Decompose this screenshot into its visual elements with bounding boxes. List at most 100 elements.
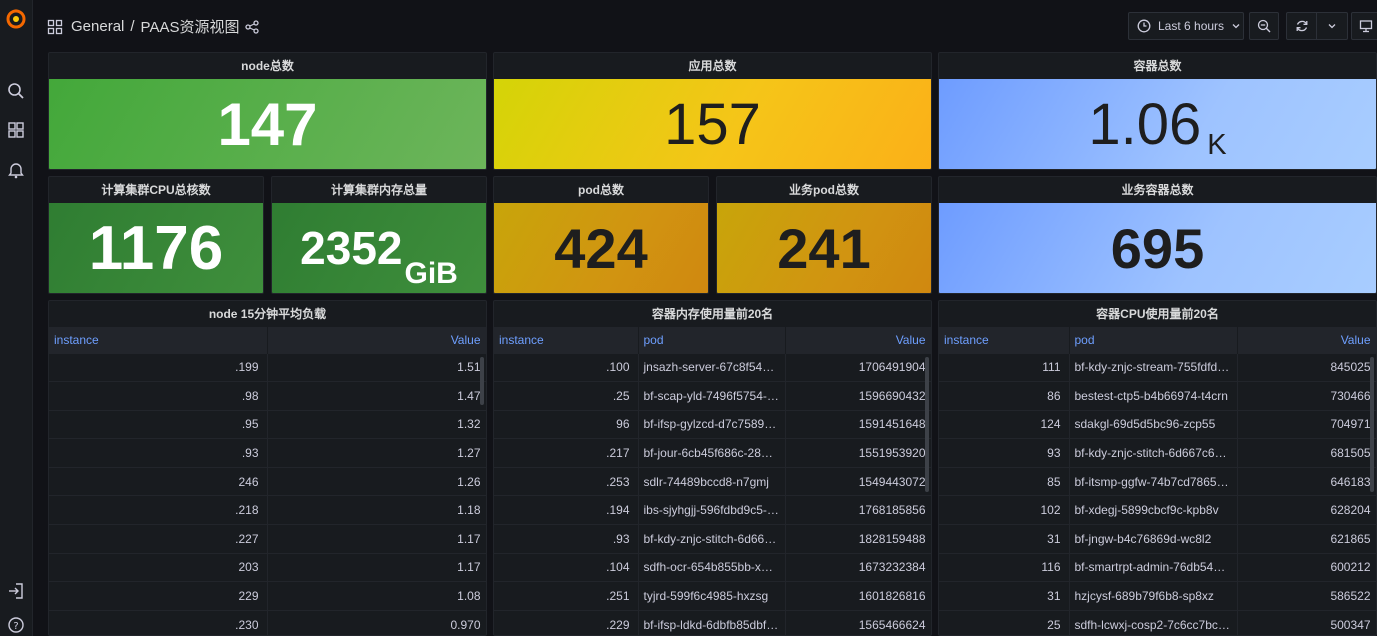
cell-instance: .253 (494, 466, 639, 496)
table-row[interactable]: .104 sdfh-ocr-654b855bb-xd6… 1673232384 (494, 552, 931, 582)
refresh-interval-dropdown[interactable] (1317, 21, 1347, 31)
time-range-picker[interactable]: Last 6 hours (1128, 12, 1244, 40)
cell-instance: .217 (494, 438, 639, 468)
column-header-value[interactable]: Value (267, 327, 486, 353)
cell-value: 1.08 (267, 581, 486, 611)
cell-instance: .100 (494, 352, 639, 382)
table-row[interactable]: 85 bf-itsmp-ggfw-74b7cd7865-… 646183 (939, 466, 1376, 496)
grafana-logo-icon[interactable] (5, 8, 27, 30)
stat-panel-node-total[interactable]: node总数 147 (48, 52, 487, 170)
refresh-button[interactable] (1287, 13, 1317, 39)
table-row[interactable]: .253 sdlr-74489bccd8-n7gmj 1549443072 (494, 466, 931, 496)
table-scrollbar[interactable] (480, 357, 484, 405)
table-row[interactable]: 124 sdakgl-69d5d5bc96-zcp55 704971 (939, 409, 1376, 439)
column-header-pod[interactable]: pod (638, 327, 786, 353)
table-row[interactable]: .218 1.18 (49, 495, 486, 525)
column-header-value[interactable]: Value (785, 327, 931, 353)
breadcrumb-folder[interactable]: General (71, 18, 124, 35)
help-icon[interactable]: ? (5, 614, 27, 636)
panel-title: 容器CPU使用量前20名 (1096, 307, 1219, 321)
cell-value: 628204 (1237, 495, 1376, 525)
table-row[interactable]: 203 1.17 (49, 552, 486, 582)
cell-value: 1.51 (267, 352, 486, 382)
table-row[interactable]: 86 bestest-ctp5-b4b66974-t4crn 730466 (939, 381, 1376, 411)
data-table: instance pod Value 111 bf-kdy-znjc-stream… (939, 327, 1376, 635)
column-header-instance[interactable]: instance (494, 327, 639, 353)
zoom-out-button[interactable] (1249, 12, 1279, 40)
cell-instance: 124 (939, 409, 1070, 439)
table-panel-container-memory[interactable]: 容器内存使用量前20名 instance pod Value .100 jnsaz… (493, 300, 932, 636)
table-row[interactable]: 93 bf-kdy-znjc-stitch-6d667c6b-… 681505 (939, 438, 1376, 468)
table-row[interactable]: .230 0.970 (49, 609, 486, 635)
table-row[interactable]: .217 bf-jour-6cb45f686c-28g… 1551953920 (494, 438, 931, 468)
cell-pod: bf-kdy-znjc-stitch-6d667c6b-… (1069, 438, 1238, 468)
cell-value: 1828159488 (785, 524, 931, 554)
stat-panel-cpu-cores[interactable]: 计算集群CPU总核数 1176 (48, 176, 264, 294)
table-row[interactable]: .229 bf-ifsp-ldkd-6dbfb85dbf-… 1565466624 (494, 609, 931, 635)
cell-value: 681505 (1237, 438, 1376, 468)
tv-mode-button[interactable] (1351, 12, 1377, 40)
cell-value: 1.27 (267, 438, 486, 468)
table-scrollbar[interactable] (925, 357, 929, 492)
table-row[interactable]: .100 jnsazh-server-67c8f548… 1706491904 (494, 352, 931, 382)
table-row[interactable]: 102 bf-xdegj-5899cbcf9c-kpb8v 628204 (939, 495, 1376, 525)
cell-pod: bf-ifsp-ldkd-6dbfb85dbf-… (638, 609, 786, 635)
stat-panel-app-total[interactable]: 应用总数 157 (493, 52, 932, 170)
cell-pod: sdakgl-69d5d5bc96-zcp55 (1069, 409, 1238, 439)
search-icon[interactable] (5, 80, 27, 102)
table-row[interactable]: 96 bf-ifsp-gylzcd-d7c75894… 1591451648 (494, 409, 931, 439)
table-row[interactable]: .93 bf-kdy-znjc-stitch-6d667… 1828159488 (494, 524, 931, 554)
cell-instance: .98 (49, 381, 268, 411)
table-panel-node-load[interactable]: node 15分钟平均负载 instance Value .199 1.51.98… (48, 300, 487, 636)
refresh-button-group[interactable] (1286, 12, 1348, 40)
table-row[interactable]: 31 bf-jngw-b4c76869d-wc8l2 621865 (939, 524, 1376, 554)
cell-instance: .93 (494, 524, 639, 554)
table-scrollbar[interactable] (1370, 357, 1374, 492)
stat-panel-business-container-total[interactable]: 业务容器总数 695 (938, 176, 1377, 294)
column-header-instance[interactable]: instance (939, 327, 1070, 353)
table-row[interactable]: .251 tyjrd-599f6c4985-hxzsg 1601826816 (494, 581, 931, 611)
cell-value: 1.17 (267, 552, 486, 582)
table-row[interactable]: .95 1.32 (49, 409, 486, 439)
cell-instance: 86 (939, 381, 1070, 411)
table-row[interactable]: .199 1.51 (49, 352, 486, 382)
stat-panel-business-pod-total[interactable]: 业务pod总数 241 (716, 176, 932, 294)
table-row[interactable]: .25 bf-scap-yld-7496f5754-8… 1596690432 (494, 381, 931, 411)
table-panel-container-cpu[interactable]: 容器CPU使用量前20名 instance pod Value 111 bf-kd… (938, 300, 1377, 636)
chevron-down-icon (1328, 24, 1336, 29)
sign-in-icon[interactable] (5, 580, 27, 602)
share-icon[interactable] (245, 19, 260, 34)
column-header-value[interactable]: Value (1237, 327, 1376, 353)
zoom-out-icon (1257, 19, 1271, 33)
cell-instance: .104 (494, 552, 639, 582)
table-row[interactable]: 116 bf-smartrpt-admin-76db54b… 600212 (939, 552, 1376, 582)
panel-title: node总数 (241, 59, 294, 73)
stat-panel-pod-total[interactable]: pod总数 424 (493, 176, 709, 294)
table-row[interactable]: .98 1.47 (49, 381, 486, 411)
apps-icon (47, 19, 63, 34)
table-row[interactable]: 111 bf-kdy-znjc-stream-755fdfd9… 845025 (939, 352, 1376, 382)
table-row[interactable]: 229 1.08 (49, 581, 486, 611)
table-row[interactable]: .194 ibs-sjyhgjj-596fdbd9c5-6… 1768185856 (494, 495, 931, 525)
table-row[interactable]: .93 1.27 (49, 438, 486, 468)
stat-value-box: 241 (717, 203, 931, 293)
table-row[interactable]: 31 hzjcysf-689b79f6b8-sp8xz 586522 (939, 581, 1376, 611)
stat-panel-memory-total[interactable]: 计算集群内存总量 2352 GiB (271, 176, 487, 294)
table-row[interactable]: .227 1.17 (49, 524, 486, 554)
top-bar: General / PAAS资源视图 Last 6 hours (33, 0, 1377, 52)
cell-pod: sdfh-ocr-654b855bb-xd6… (638, 552, 786, 582)
dashboard-title[interactable]: PAAS资源视图 (141, 16, 240, 37)
table-row[interactable]: 25 sdfh-lcwxj-cosp2-7c6cc7bc… 500347 (939, 609, 1376, 635)
cell-pod: bf-ifsp-gylzcd-d7c75894… (638, 409, 786, 439)
table-row[interactable]: 246 1.26 (49, 466, 486, 496)
stat-panel-container-total[interactable]: 容器总数 1.06 K (938, 52, 1377, 170)
cell-instance: .194 (494, 495, 639, 525)
stat-value: 241 (777, 216, 871, 280)
dashboards-icon[interactable] (5, 119, 27, 141)
panel-title: 计算集群CPU总核数 (101, 183, 211, 197)
column-header-pod[interactable]: pod (1069, 327, 1238, 353)
cell-value: 1706491904 (785, 352, 931, 382)
column-header-instance[interactable]: instance (49, 327, 268, 353)
bell-icon[interactable] (5, 159, 27, 181)
cell-pod: ibs-sjyhgjj-596fdbd9c5-6… (638, 495, 786, 525)
